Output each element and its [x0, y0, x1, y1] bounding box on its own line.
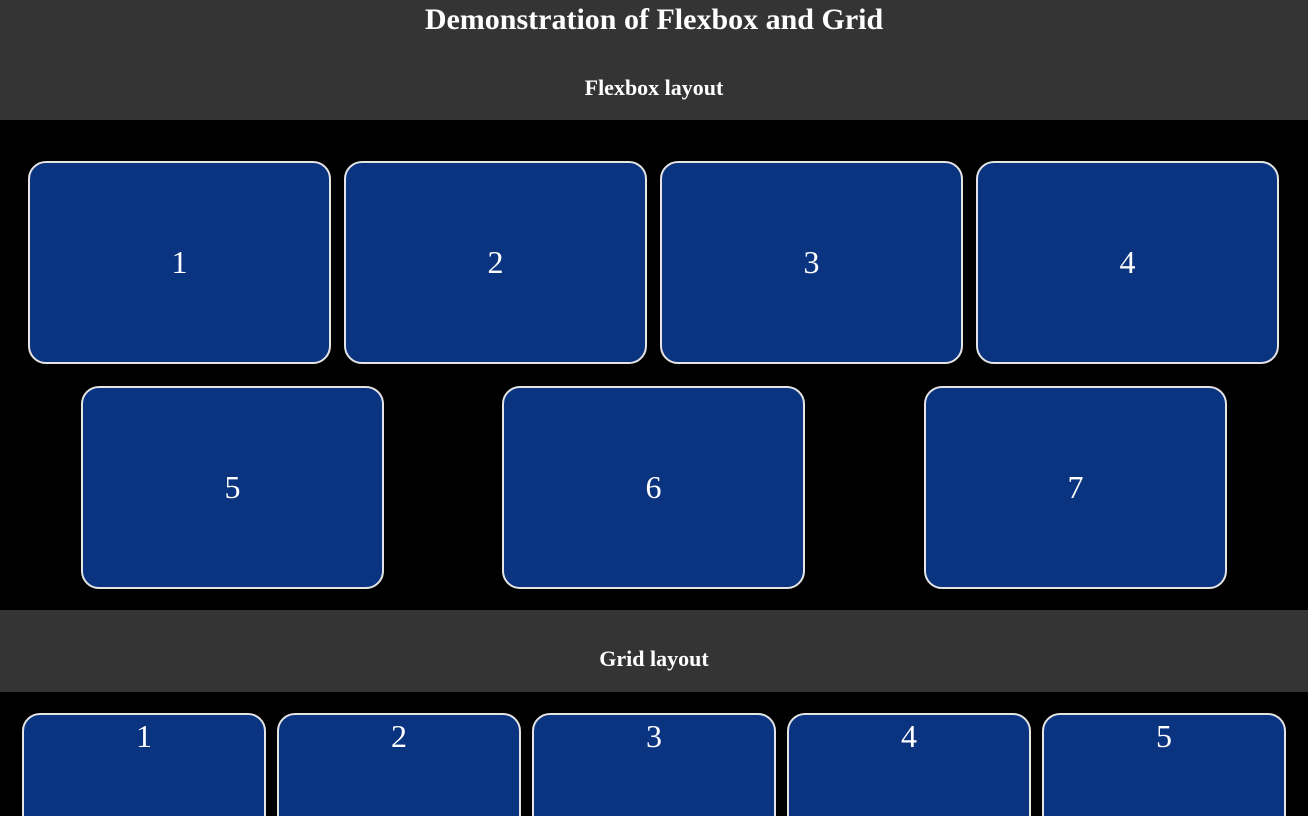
grid-item: 5: [1042, 713, 1286, 816]
grid-item: 2: [277, 713, 521, 816]
flex-item: 4: [976, 161, 1279, 364]
flex-item: 7: [924, 386, 1227, 589]
flex-item: 5: [81, 386, 384, 589]
flex-item: 6: [502, 386, 805, 589]
flex-item: 1: [28, 161, 331, 364]
grid-item: 4: [787, 713, 1031, 816]
grid-item: 3: [532, 713, 776, 816]
flexbox-section-heading: Flexbox layout: [584, 75, 724, 100]
grid-section-heading: Grid layout: [599, 646, 709, 671]
page-title: Demonstration of Flexbox and Grid: [424, 3, 884, 36]
grid-item: 1: [22, 713, 266, 816]
flex-item: 3: [660, 161, 963, 364]
flex-item: 2: [344, 161, 647, 364]
